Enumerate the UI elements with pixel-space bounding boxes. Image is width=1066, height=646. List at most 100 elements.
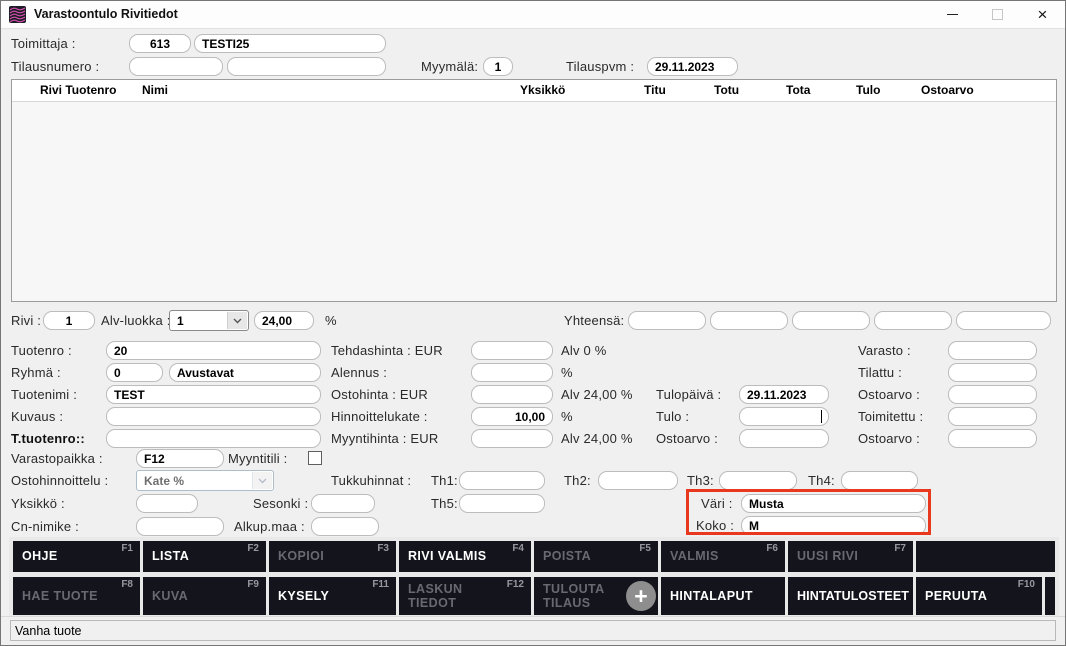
button-tulouta-tilaus: TULOUTA TILAUS + <box>534 577 658 615</box>
button-label: HAE TUOTE <box>22 588 98 603</box>
yhteensa-input-1[interactable] <box>628 311 706 330</box>
varastopaikka-input[interactable]: F12 <box>136 449 224 468</box>
toimittaja-label: Toimittaja : <box>11 36 76 51</box>
t-tuotenro-input[interactable] <box>106 429 321 448</box>
ostohinta-input[interactable] <box>471 385 553 404</box>
alennus-input[interactable] <box>471 363 553 382</box>
alv-percent-input[interactable]: 24,00 <box>254 311 314 330</box>
yhteensa-input-5[interactable] <box>956 311 1051 330</box>
button-kysely[interactable]: KYSELY F11 <box>269 577 396 615</box>
alv-luokka-value: 1 <box>177 313 184 328</box>
th2-input[interactable] <box>598 471 678 490</box>
rivi-label: Rivi : <box>11 313 42 328</box>
toimittaja-code-input[interactable]: 613 <box>129 34 191 53</box>
th1-input[interactable] <box>459 471 545 490</box>
ostohinnoittelu-label: Ostohinnoittelu : <box>11 473 109 488</box>
varasto-input[interactable] <box>948 341 1037 360</box>
button-hae-tuote: HAE TUOTE F8 <box>13 577 140 615</box>
myymala-input[interactable]: 1 <box>483 57 513 76</box>
button-label: TULOUTA TILAUS <box>543 581 605 610</box>
yksikko-input[interactable] <box>136 494 198 513</box>
fkey-label: F6 <box>766 543 778 554</box>
tilausnumero-input-2[interactable] <box>227 57 386 76</box>
tulopaiva-input[interactable]: 29.11.2023 <box>739 385 829 404</box>
ostoarvo-r1-input[interactable] <box>948 385 1037 404</box>
th3-input[interactable] <box>719 471 797 490</box>
ryhma-name-input[interactable]: Avustavat <box>169 363 321 382</box>
alv24b-suffix: Alv 24,00 % <box>561 431 633 446</box>
myyntitili-checkbox[interactable] <box>308 451 322 465</box>
th5-label: Th5: <box>431 496 458 511</box>
kuvaus-input[interactable] <box>106 407 321 426</box>
fkey-label: F7 <box>894 543 906 554</box>
button-kopioi: KOPIOI F3 <box>269 541 396 572</box>
tukkuhinnat-label: Tukkuhinnat : <box>331 473 412 488</box>
tuotenimi-input[interactable]: TEST <box>106 385 321 404</box>
column-header-totu: Totu <box>714 83 740 97</box>
order-lines-table[interactable]: Rivi Tuotenro Nimi Yksikkö Titu Totu Tot… <box>11 79 1057 302</box>
tuotenro-input[interactable]: 20 <box>106 341 321 360</box>
button-row-1: OHJE F1 LISTA F2 KOPIOI F3 RIVI VALMIS F… <box>13 541 1055 572</box>
varasto-label: Varasto : <box>858 343 911 358</box>
ostoarvo-r1-label: Ostoarvo : <box>858 387 920 402</box>
tulo-input[interactable] <box>739 407 829 426</box>
th2-label: Th2: <box>564 473 591 488</box>
button-rivi-valmis[interactable]: RIVI VALMIS F4 <box>399 541 531 572</box>
ostoarvo-mid-label: Ostoarvo : <box>656 431 718 446</box>
koko-input[interactable]: M <box>741 516 926 535</box>
button-laskun-tiedot: LASKUN TIEDOT F12 <box>399 577 531 615</box>
yhteensa-input-3[interactable] <box>792 311 870 330</box>
function-button-bar: OHJE F1 LISTA F2 KOPIOI F3 RIVI VALMIS F… <box>9 537 1059 618</box>
tilausnumero-input-1[interactable] <box>129 57 223 76</box>
myymala-label: Myymälä: <box>421 59 479 74</box>
minimize-icon <box>947 14 958 15</box>
button-ohje[interactable]: OHJE F1 <box>13 541 140 572</box>
chevron-down-icon <box>252 472 272 489</box>
th4-label: Th4: <box>808 473 835 488</box>
cn-nimike-label: Cn-nimike : <box>11 519 79 534</box>
button-hintalaput[interactable]: HINTALAPUT <box>661 577 785 615</box>
th4-input[interactable] <box>841 471 918 490</box>
ostoarvo-mid-input[interactable] <box>739 429 829 448</box>
status-panel: Vanha tuote <box>10 620 1056 641</box>
rivi-input[interactable]: 1 <box>43 311 95 330</box>
ryhma-code-input[interactable]: 0 <box>106 363 163 382</box>
tilausnumero-label: Tilausnumero : <box>11 59 100 74</box>
status-text: Vanha tuote <box>15 623 82 638</box>
close-icon: × <box>1037 5 1048 24</box>
alv-percent-suffix: % <box>325 313 337 328</box>
toimitettu-input[interactable] <box>948 407 1037 426</box>
tilattu-input[interactable] <box>948 363 1037 382</box>
sesonki-label: Sesonki : <box>253 496 309 511</box>
button-valmis: VALMIS F6 <box>661 541 785 572</box>
fkey-label: F10 <box>1017 579 1035 590</box>
yhteensa-input-4[interactable] <box>874 311 952 330</box>
th5-input[interactable] <box>459 494 545 513</box>
app-window: Varastoontulo Rivitiedot × Toimittaja : … <box>0 0 1066 646</box>
column-header-nimi: Nimi <box>142 83 169 97</box>
button-lista[interactable]: LISTA F2 <box>143 541 266 572</box>
alv-luokka-select[interactable]: 1 <box>169 310 249 331</box>
myyntihinta-input[interactable] <box>471 429 553 448</box>
minimize-button[interactable] <box>930 1 975 28</box>
tilauspvm-input[interactable]: 29.11.2023 <box>647 57 738 76</box>
yhteensa-input-2[interactable] <box>710 311 788 330</box>
sesonki-input[interactable] <box>311 494 375 513</box>
button-label: UUSI RIVI <box>797 549 859 564</box>
toimittaja-name-input[interactable]: TESTI25 <box>194 34 386 53</box>
button-peruuta[interactable]: PERUUTA F10 <box>916 577 1042 615</box>
alv0-suffix: Alv 0 % <box>561 343 607 358</box>
hinnoittelukate-input[interactable]: 10,00 <box>471 407 553 426</box>
th1-label: Th1: <box>431 473 458 488</box>
alkupmaa-input[interactable] <box>311 517 379 536</box>
cn-nimike-input[interactable] <box>136 517 224 536</box>
button-hintatulosteet[interactable]: HINTATULOSTEET <box>788 577 913 615</box>
maximize-button <box>975 1 1020 28</box>
close-button[interactable]: × <box>1020 1 1065 28</box>
status-bar: Vanha tuote <box>1 616 1065 645</box>
ostoarvo-r2-input[interactable] <box>948 429 1037 448</box>
tehdashinta-input[interactable] <box>471 341 553 360</box>
tuotenro-label: Tuotenro : <box>11 343 72 358</box>
fkey-label: F4 <box>512 543 524 554</box>
vari-input[interactable]: Musta <box>741 494 926 513</box>
